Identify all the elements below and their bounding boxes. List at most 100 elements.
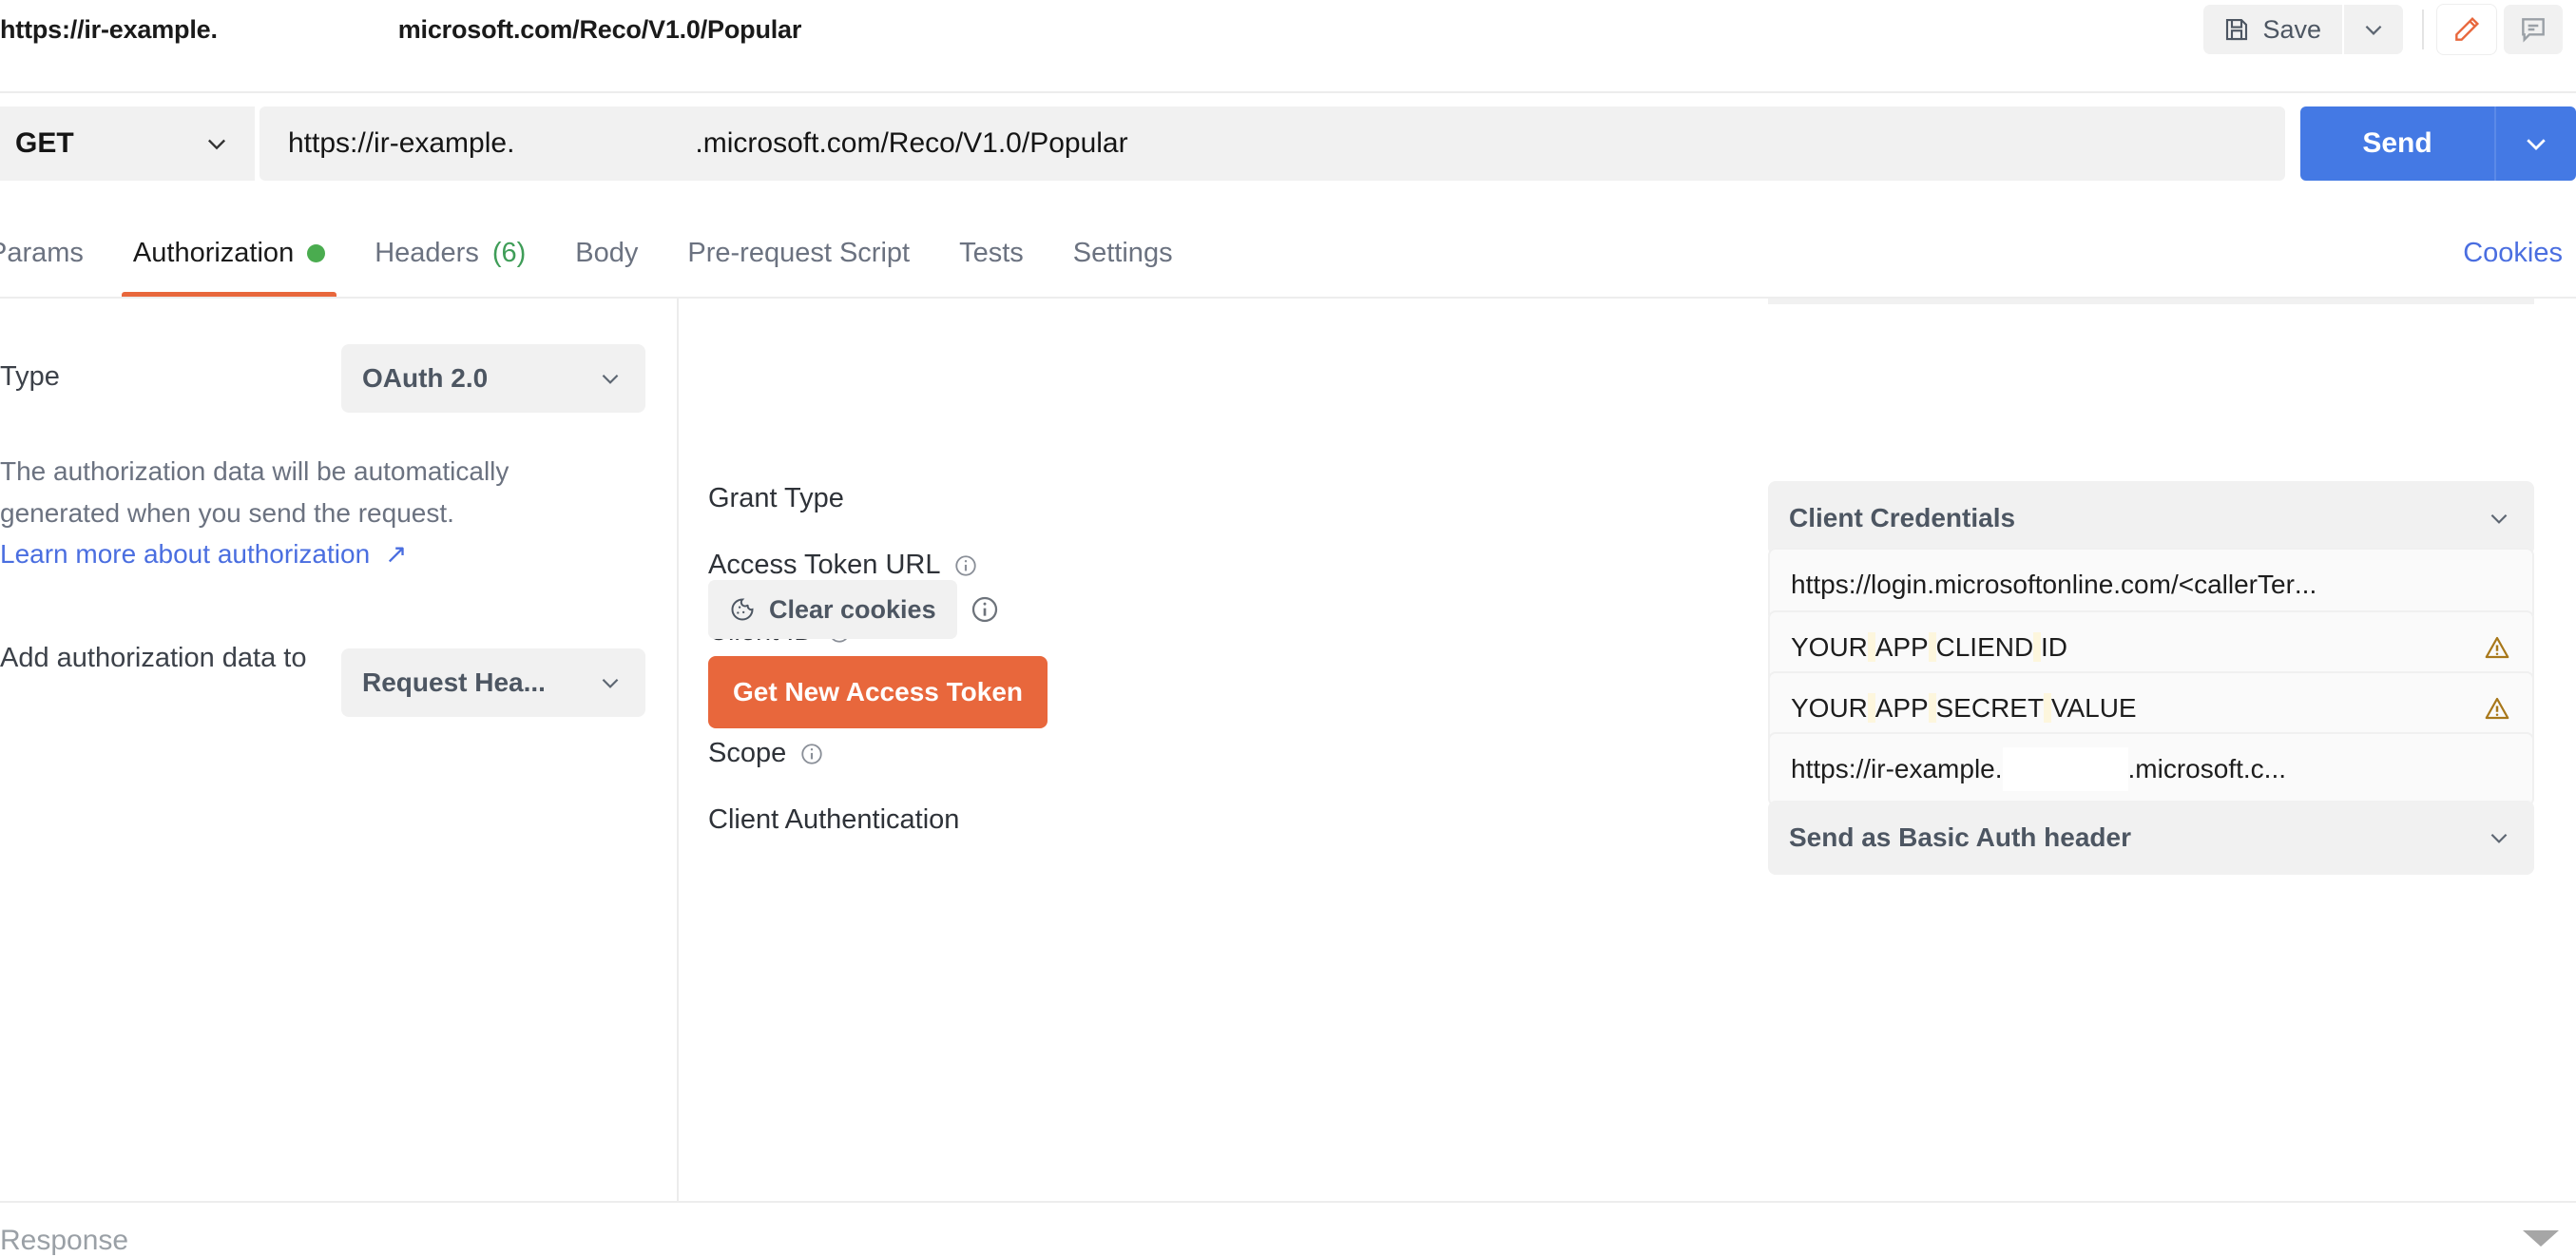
chevron-down-icon: [598, 670, 623, 695]
cookies-link[interactable]: Cookies: [2463, 209, 2576, 297]
tab-authorization-label: Authorization: [132, 237, 295, 268]
breadcrumb-redaction: [217, 12, 398, 47]
auth-help-link-label: Learn more about authorization: [0, 539, 371, 569]
tab-headers[interactable]: Headers (6): [350, 209, 550, 297]
comments-button[interactable]: [2504, 5, 2563, 54]
header-separator: [0, 91, 2576, 93]
grant-type-select[interactable]: Client Credentials: [1768, 481, 2534, 555]
client-authentication-label-text: Client Authentication: [708, 804, 960, 835]
request-url-input[interactable]: https://ir-example. .microsoft.com/Reco/…: [260, 106, 2285, 181]
client-secret-value: YOUR APP SECRET VALUE: [1791, 693, 2137, 723]
request-tabs-row: Params Authorization Headers (6) Body Pr…: [0, 209, 2576, 297]
grant-type-label: Grant Type: [708, 483, 844, 514]
chevron-down-icon: [2487, 825, 2511, 850]
tab-pre-request-script[interactable]: Pre-request Script: [663, 209, 934, 297]
scrolled-off-field: [1768, 299, 2534, 304]
send-button-group: Send: [2300, 106, 2576, 181]
save-button-group: Save: [2203, 5, 2403, 54]
save-dropdown-button[interactable]: [2344, 5, 2403, 54]
auth-type-value: OAuth 2.0: [362, 363, 489, 393]
pencil-icon: [2451, 14, 2482, 45]
save-button-label: Save: [2262, 14, 2321, 44]
response-section-title: Response: [0, 1225, 129, 1256]
access-token-url-label-text: Access Token URL: [708, 550, 941, 580]
tab-settings[interactable]: Settings: [1048, 209, 1198, 297]
auth-type-select[interactable]: OAuth 2.0: [341, 344, 645, 413]
grant-type-value: Client Credentials: [1789, 503, 2016, 532]
auth-type-label: Type: [0, 361, 60, 392]
chevron-down-icon: [2361, 17, 2386, 42]
tab-tests-label: Tests: [959, 237, 1024, 268]
tab-body[interactable]: Body: [550, 209, 663, 297]
breadcrumb: https://ir-example. microsoft.com/Reco/V…: [0, 0, 801, 59]
tab-headers-count: (6): [491, 237, 527, 268]
triangle-down-icon[interactable]: [2523, 1230, 2559, 1247]
get-new-access-token-button[interactable]: Get New Access Token: [708, 656, 1048, 728]
tab-settings-label: Settings: [1072, 237, 1173, 268]
tab-params-label: Params: [0, 237, 84, 268]
breadcrumb-prefix: https://ir-example.: [0, 14, 218, 44]
tab-authorization[interactable]: Authorization: [108, 209, 350, 297]
access-token-url-ellipsis: ...: [2294, 570, 2317, 599]
grant-type-label-text: Grant Type: [708, 483, 844, 513]
scope-label: Scope: [708, 738, 824, 769]
client-authentication-value: Send as Basic Auth header: [1789, 822, 2131, 852]
cookie-icon: [729, 596, 756, 623]
response-separator: [0, 1201, 2576, 1203]
tab-pre-request-script-label: Pre-request Script: [687, 237, 911, 268]
add-auth-data-to-select[interactable]: Request Hea...: [341, 648, 645, 717]
external-link-arrow-icon: ↗: [384, 539, 408, 569]
chevron-down-icon: [203, 130, 230, 157]
save-button[interactable]: Save: [2203, 5, 2342, 54]
chevron-down-icon: [598, 366, 623, 391]
client-authentication-select[interactable]: Send as Basic Auth header: [1768, 801, 2534, 875]
http-method-label: GET: [15, 127, 74, 159]
scope-value-ellipsis: ...: [2263, 754, 2287, 783]
tab-params[interactable]: Params: [0, 209, 108, 297]
authorization-status-dot-icon: [307, 243, 326, 262]
app-header: https://ir-example. microsoft.com/Reco/V…: [0, 0, 2576, 59]
info-icon[interactable]: [953, 553, 978, 578]
edit-request-button[interactable]: [2437, 5, 2496, 54]
authorization-panel: Type OAuth 2.0 The authorization data wi…: [0, 299, 2576, 1201]
client-id-value: YOUR APP CLIEND ID: [1791, 632, 2067, 662]
breadcrumb-suffix: microsoft.com/Reco/V1.0/Popular: [397, 14, 802, 44]
chevron-down-icon: [2487, 506, 2511, 531]
request-bar: GET https://ir-example. .microsoft.com/R…: [0, 106, 2576, 181]
request-tabs: Params Authorization Headers (6) Body Pr…: [0, 209, 1198, 297]
send-button[interactable]: Send: [2300, 106, 2494, 181]
access-token-url-label: Access Token URL: [708, 550, 978, 581]
comment-icon: [2518, 14, 2548, 45]
request-url-suffix: .microsoft.com/Reco/V1.0/Popular: [695, 127, 1128, 159]
oauth-field-labels-column: Grant Type Access Token URL Client ID Cl…: [679, 299, 1401, 1201]
auth-help-link[interactable]: Learn more about authorization ↗: [0, 538, 407, 570]
request-url-prefix: https://ir-example.: [288, 127, 515, 159]
scope-label-text: Scope: [708, 738, 787, 768]
auth-help-text: The authorization data will be automatic…: [0, 456, 509, 528]
oauth-field-controls-column: Client Credentials https://login.microso…: [1401, 299, 2576, 1201]
add-auth-data-to-label: Add authorization data to: [0, 643, 307, 673]
add-auth-data-to-value: Request Hea...: [362, 667, 546, 697]
scope-value-prefix: https://ir-example.: [1791, 754, 2003, 783]
floppy-disk-icon: [2222, 15, 2251, 44]
client-authentication-label: Client Authentication: [708, 804, 959, 836]
access-token-url-value: https://login.microsoftonline.com/<calle…: [1791, 570, 2295, 599]
header-actions: Save: [2203, 0, 2576, 59]
clear-cookies-info-icon[interactable]: [970, 594, 1000, 625]
tab-body-label: Body: [575, 237, 639, 268]
warning-triangle-icon[interactable]: [2470, 694, 2511, 723]
tab-tests[interactable]: Tests: [934, 209, 1048, 297]
warning-triangle-icon[interactable]: [2470, 633, 2511, 662]
tab-headers-label: Headers: [375, 237, 479, 268]
request-url-redaction: [514, 125, 696, 163]
scope-input[interactable]: https://ir-example. .microsoft.c...: [1768, 732, 2534, 806]
send-dropdown-button[interactable]: [2494, 106, 2576, 181]
header-divider: [2422, 10, 2424, 49]
auth-type-column: Type OAuth 2.0 The authorization data wi…: [0, 299, 677, 1201]
scope-value-redaction: [2002, 747, 2128, 791]
clear-cookies-label: Clear cookies: [769, 594, 936, 624]
clear-cookies-button[interactable]: Clear cookies: [708, 580, 957, 639]
info-icon[interactable]: [799, 742, 824, 766]
http-method-select[interactable]: GET: [0, 106, 255, 181]
scope-value-suffix: .microsoft.c: [2127, 754, 2264, 783]
